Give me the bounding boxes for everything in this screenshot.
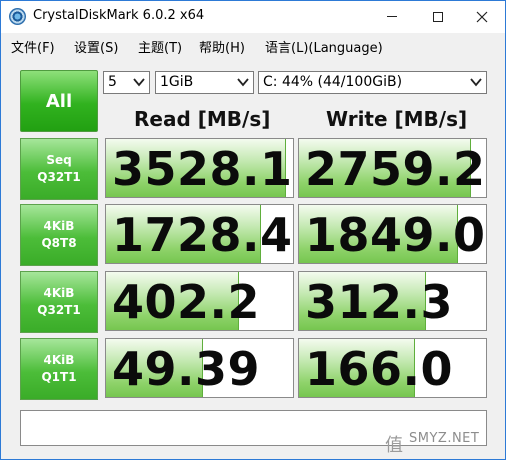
chevron-down-icon: [133, 78, 145, 87]
watermark: 值 SMYZ.NET: [379, 425, 503, 456]
test-4kib-q1t1-button[interactable]: 4KiB Q1T1: [20, 338, 98, 400]
test-4kib-q32t1-button[interactable]: 4KiB Q32T1: [20, 271, 98, 333]
close-button[interactable]: [459, 1, 505, 32]
chevron-down-icon: [237, 78, 249, 87]
test-4kib-q8t8-button[interactable]: 4KiB Q8T8: [20, 204, 98, 266]
read-result-value: 1728.4: [112, 208, 293, 262]
read-result-cell: 3528.1: [105, 138, 294, 198]
test-count-select[interactable]: 5: [103, 71, 150, 94]
write-result-value: 2759.2: [305, 142, 486, 196]
minimize-button[interactable]: [369, 1, 415, 32]
read-column-header: Read [MB/s]: [134, 107, 271, 131]
drive-value: C: 44% (44/100GiB): [263, 74, 403, 90]
minimize-icon: [387, 16, 397, 17]
write-column-header: Write [MB/s]: [326, 107, 468, 131]
test-seq-q32t1-button[interactable]: Seq Q32T1: [20, 138, 98, 200]
read-result-value: 3528.1: [112, 142, 293, 196]
menu-theme[interactable]: 主题(T): [138, 37, 182, 56]
test-count-value: 5: [108, 74, 117, 90]
menu-settings[interactable]: 设置(S): [74, 37, 118, 56]
test-label-line2: Q32T1: [37, 170, 81, 184]
menu-language[interactable]: 语言(L)(Language): [265, 37, 383, 56]
watermark-logo: 值: [385, 435, 403, 456]
chevron-down-icon: [470, 78, 482, 87]
test-label-line1: 4KiB: [43, 353, 75, 367]
read-result-value: 402.2: [112, 275, 261, 329]
watermark-text: SMYZ.NET: [409, 431, 480, 446]
write-result-value: 1849.0: [305, 208, 486, 262]
test-size-select[interactable]: 1GiB: [155, 71, 254, 94]
write-result-cell: 1849.0: [298, 204, 487, 264]
menu-file[interactable]: 文件(F): [11, 37, 55, 56]
app-window: CrystalDiskMark 6.0.2 x64 文件(F) 设置(S) 主题…: [0, 0, 506, 460]
close-icon: [476, 11, 488, 22]
menu-help[interactable]: 帮助(H): [199, 37, 245, 56]
menu-bar: 文件(F) 设置(S) 主题(T) 帮助(H) 语言(L)(Language): [1, 33, 505, 57]
app-disk-icon: [9, 8, 26, 25]
read-result-cell: 49.39: [105, 338, 294, 398]
write-result-value: 312.3: [305, 275, 454, 329]
test-label-line2: Q8T8: [41, 236, 77, 250]
maximize-icon: [433, 11, 443, 22]
test-label-line1: 4KiB: [43, 219, 75, 233]
write-result-cell: 312.3: [298, 271, 487, 331]
title-bar: CrystalDiskMark 6.0.2 x64: [1, 1, 505, 33]
test-label-line1: 4KiB: [43, 286, 75, 300]
write-result-value: 166.0: [305, 342, 454, 396]
test-label-line2: Q32T1: [37, 303, 81, 317]
run-all-button[interactable]: All: [20, 70, 98, 132]
write-result-cell: 2759.2: [298, 138, 487, 198]
read-result-value: 49.39: [112, 342, 261, 396]
test-size-value: 1GiB: [160, 74, 194, 90]
window-title: CrystalDiskMark 6.0.2 x64: [33, 8, 205, 23]
read-result-cell: 402.2: [105, 271, 294, 331]
drive-select[interactable]: C: 44% (44/100GiB): [258, 71, 487, 94]
maximize-button[interactable]: [415, 1, 461, 32]
read-result-cell: 1728.4: [105, 204, 294, 264]
write-result-cell: 166.0: [298, 338, 487, 398]
test-label-line2: Q1T1: [41, 370, 77, 384]
test-label-line1: Seq: [46, 153, 72, 167]
